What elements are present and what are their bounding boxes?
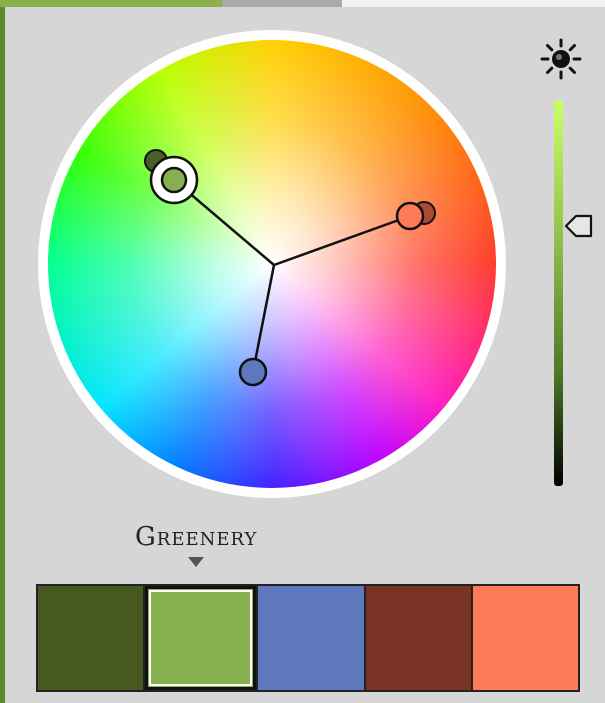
sun-icon[interactable] [539,37,583,81]
brightness-slider-track[interactable] [554,100,563,486]
brightness-slider-thumb[interactable] [562,212,594,240]
swatch-3[interactable] [258,586,364,690]
harmony-line-coral [273,214,411,267]
swatch-2[interactable] [145,586,257,690]
blue-handle[interactable] [238,357,268,387]
left-edge-accent [0,7,5,703]
active-tab-indicator[interactable] [0,0,222,7]
swatch-4[interactable] [365,586,471,690]
inactive-tab-indicator[interactable] [222,0,342,7]
caret-down-icon[interactable] [188,557,204,567]
palette-swatches [36,584,580,692]
palette-name[interactable]: Greenery [135,522,257,552]
top-bar [0,0,605,7]
swatch-5[interactable] [472,586,579,690]
harmony-overlay [144,149,436,387]
coral-handle[interactable] [395,201,425,231]
harmony-line-blue [251,264,276,373]
swatch-1[interactable] [38,586,144,690]
color-wheel[interactable] [38,30,506,498]
green-handle[interactable] [160,166,188,194]
